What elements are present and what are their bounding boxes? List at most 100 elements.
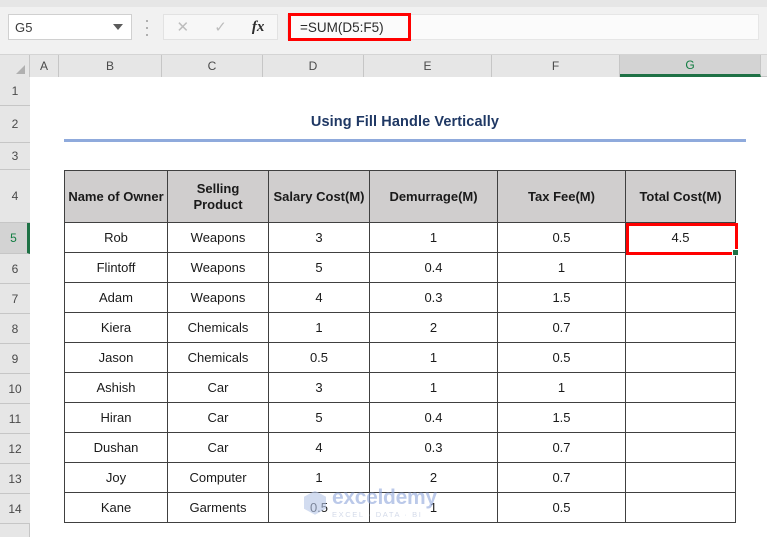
row-header-4[interactable]: 4	[0, 170, 30, 223]
column-header-d[interactable]: D	[263, 55, 364, 77]
cell-d11[interactable]: 5	[268, 402, 370, 433]
row-header-1[interactable]: 1	[0, 77, 30, 106]
cell-e9[interactable]: 1	[369, 342, 498, 373]
cell-e5[interactable]: 1	[369, 222, 498, 253]
column-header-e[interactable]: E	[364, 55, 492, 77]
cell-f10[interactable]: 1	[497, 372, 626, 403]
fill-handle[interactable]	[732, 249, 739, 256]
cell-c7[interactable]: Weapons	[167, 282, 269, 313]
cell-b5[interactable]: Rob	[64, 222, 168, 253]
fx-icon[interactable]: fx	[241, 15, 275, 39]
row-header-11[interactable]: 11	[0, 404, 30, 434]
column-header-c[interactable]: C	[162, 55, 263, 77]
table-row[interactable]: Jason Chemicals 0.5 1 0.5	[64, 342, 736, 373]
cell-e10[interactable]: 1	[369, 372, 498, 403]
cell-e13[interactable]: 2	[369, 462, 498, 493]
cell-g8[interactable]	[625, 312, 736, 343]
cell-c8[interactable]: Chemicals	[167, 312, 269, 343]
table-row[interactable]: Joy Computer 1 2 0.7	[64, 462, 736, 493]
cell-b9[interactable]: Jason	[64, 342, 168, 373]
column-header-g[interactable]: G	[620, 55, 761, 77]
table-row[interactable]: Flintoff Weapons 5 0.4 1	[64, 252, 736, 283]
cell-g5-active[interactable]: 4.5	[625, 222, 739, 256]
row-header-7[interactable]: 7	[0, 284, 30, 314]
cell-b11[interactable]: Hiran	[64, 402, 168, 433]
table-row[interactable]: Hiran Car 5 0.4 1.5	[64, 402, 736, 433]
check-icon[interactable]: ✓	[203, 15, 237, 39]
table-row[interactable]: Adam Weapons 4 0.3 1.5	[64, 282, 736, 313]
table-row[interactable]: Dushan Car 4 0.3 0.7	[64, 432, 736, 463]
cell-d5[interactable]: 3	[268, 222, 370, 253]
cell-d9[interactable]: 0.5	[268, 342, 370, 373]
cell-f8[interactable]: 0.7	[497, 312, 626, 343]
row-header-8[interactable]: 8	[0, 314, 30, 344]
cell-e6[interactable]: 0.4	[369, 252, 498, 283]
cell-b7[interactable]: Adam	[64, 282, 168, 313]
cell-d13[interactable]: 1	[268, 462, 370, 493]
cell-f9[interactable]: 0.5	[497, 342, 626, 373]
row-header-9[interactable]: 9	[0, 344, 30, 374]
cell-g11[interactable]	[625, 402, 736, 433]
cell-g9[interactable]	[625, 342, 736, 373]
row-header-6[interactable]: 6	[0, 254, 30, 284]
cell-d10[interactable]: 3	[268, 372, 370, 403]
cell-d14[interactable]: 0.5	[268, 492, 370, 523]
table-row[interactable]: Ashish Car 3 1 1	[64, 372, 736, 403]
cell-c6[interactable]: Weapons	[167, 252, 269, 283]
cell-b13[interactable]: Joy	[64, 462, 168, 493]
worksheet-grid[interactable]: Using Fill Handle Vertically Name of Own…	[31, 77, 767, 537]
select-all-corner-button[interactable]	[0, 55, 30, 77]
row-header-5[interactable]: 5	[0, 223, 30, 254]
cell-f12[interactable]: 0.7	[497, 432, 626, 463]
cell-c10[interactable]: Car	[167, 372, 269, 403]
cell-e11[interactable]: 0.4	[369, 402, 498, 433]
cell-f5[interactable]: 0.5	[497, 222, 626, 253]
cell-e14[interactable]: 1	[369, 492, 498, 523]
table-row[interactable]: Rob Weapons 3 1 0.5 4.5	[64, 222, 739, 256]
row-header-12[interactable]: 12	[0, 434, 30, 464]
cell-f14[interactable]: 0.5	[497, 492, 626, 523]
cell-b14[interactable]: Kane	[64, 492, 168, 523]
cell-e12[interactable]: 0.3	[369, 432, 498, 463]
formula-input[interactable]: =SUM(D5:F5)	[287, 14, 759, 40]
cell-g10[interactable]	[625, 372, 736, 403]
cell-g7[interactable]	[625, 282, 736, 313]
cell-e8[interactable]: 2	[369, 312, 498, 343]
cell-f11[interactable]: 1.5	[497, 402, 626, 433]
table-row[interactable]: Kiera Chemicals 1 2 0.7	[64, 312, 736, 343]
cell-e7[interactable]: 0.3	[369, 282, 498, 313]
cell-c5[interactable]: Weapons	[167, 222, 269, 253]
row-header-13[interactable]: 13	[0, 464, 30, 494]
cell-b8[interactable]: Kiera	[64, 312, 168, 343]
cell-d6[interactable]: 5	[268, 252, 370, 283]
cell-d8[interactable]: 1	[268, 312, 370, 343]
cell-g14[interactable]	[625, 492, 736, 523]
cell-f6[interactable]: 1	[497, 252, 626, 283]
row-header-3[interactable]: 3	[0, 143, 30, 170]
row-header-14[interactable]: 14	[0, 494, 30, 524]
cell-f13[interactable]: 0.7	[497, 462, 626, 493]
table-row[interactable]: Kane Garments 0.5 1 0.5	[64, 492, 736, 523]
cell-f7[interactable]: 1.5	[497, 282, 626, 313]
cell-c14[interactable]: Garments	[167, 492, 269, 523]
cell-d12[interactable]: 4	[268, 432, 370, 463]
column-header-f[interactable]: F	[492, 55, 620, 77]
cell-g6[interactable]	[625, 252, 736, 283]
row-header-2[interactable]: 2	[0, 106, 30, 143]
name-box[interactable]: G5	[8, 14, 132, 40]
cell-g13[interactable]	[625, 462, 736, 493]
cell-b10[interactable]: Ashish	[64, 372, 168, 403]
chevron-down-icon[interactable]	[113, 24, 123, 30]
column-header-a[interactable]: A	[30, 55, 59, 77]
cell-c9[interactable]: Chemicals	[167, 342, 269, 373]
cell-d7[interactable]: 4	[268, 282, 370, 313]
cell-c12[interactable]: Car	[167, 432, 269, 463]
row-header-10[interactable]: 10	[0, 374, 30, 404]
cell-g12[interactable]	[625, 432, 736, 463]
column-header-b[interactable]: B	[59, 55, 162, 77]
cell-c13[interactable]: Computer	[167, 462, 269, 493]
cell-b12[interactable]: Dushan	[64, 432, 168, 463]
close-icon[interactable]: ✕	[166, 15, 200, 39]
cell-c11[interactable]: Car	[167, 402, 269, 433]
cell-b6[interactable]: Flintoff	[64, 252, 168, 283]
